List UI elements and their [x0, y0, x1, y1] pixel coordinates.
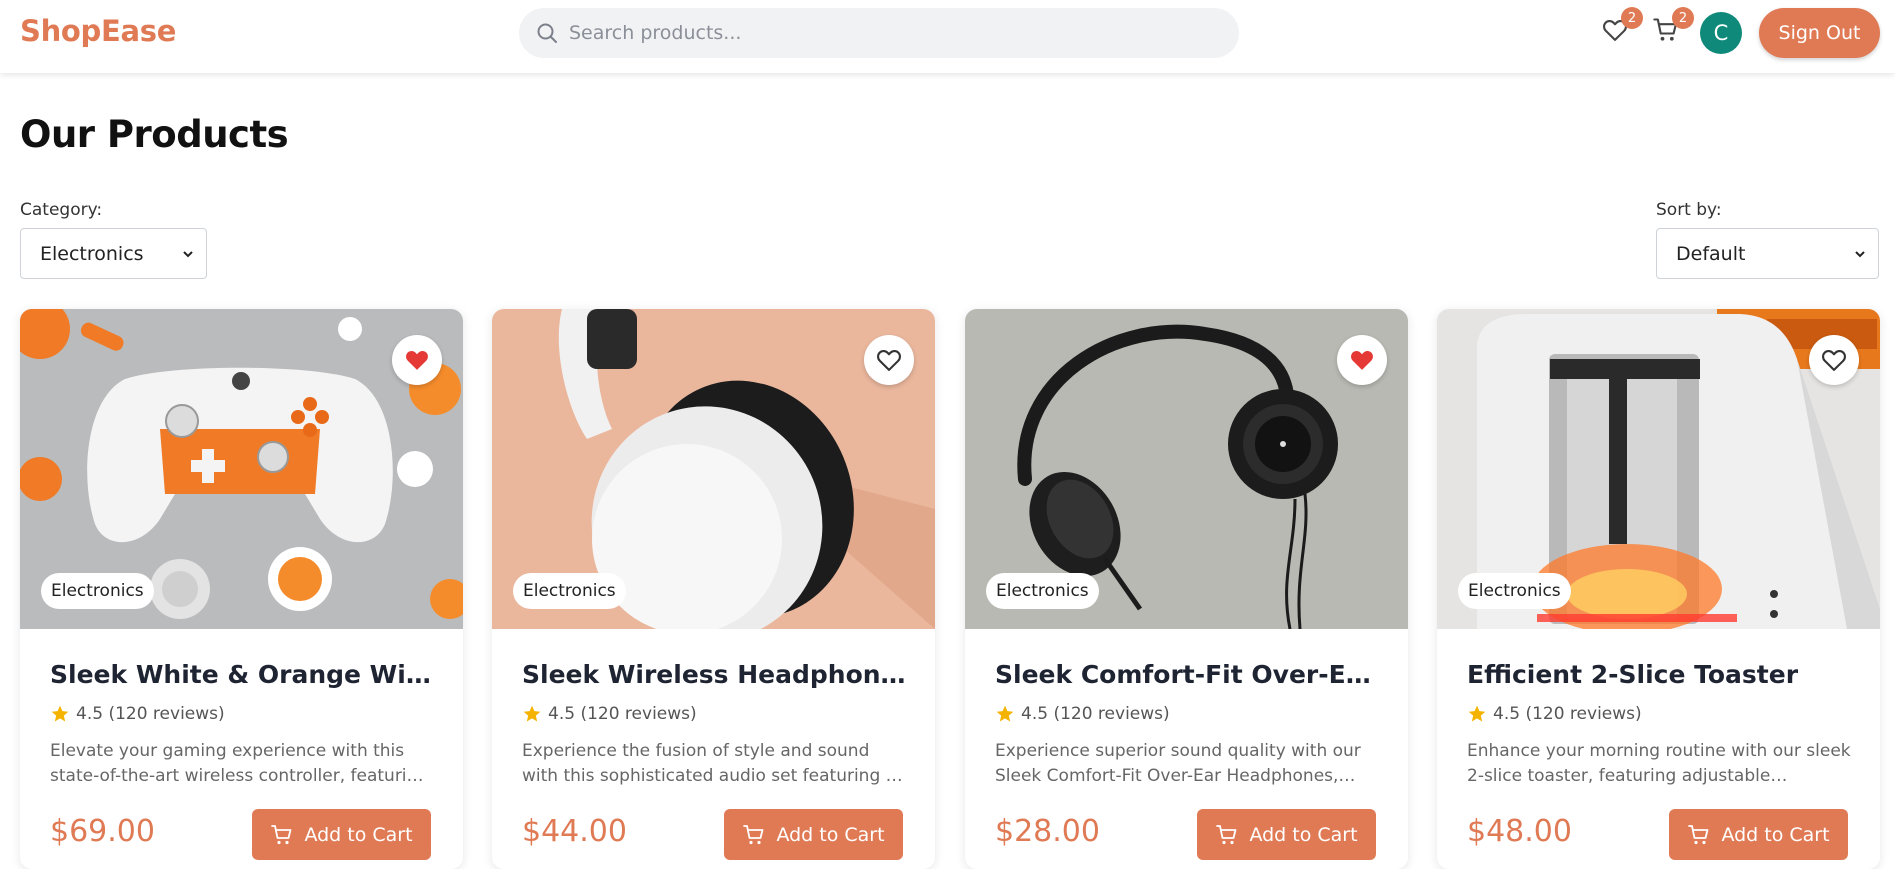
add-to-cart-button[interactable]: Add to Cart: [252, 809, 431, 860]
review-count: (120 reviews): [1053, 704, 1170, 724]
product-description: Experience superior sound quality with o…: [995, 741, 1361, 786]
search-bar[interactable]: [519, 8, 1239, 58]
heart-outline-icon: [1822, 349, 1846, 371]
heart-filled-icon: [406, 351, 428, 370]
product-description: Elevate your gaming experience with this…: [50, 741, 429, 786]
product-title[interactable]: Sleek Comfort-Fit Over-Ear Headphones: [995, 660, 1385, 689]
review-count: (120 reviews): [108, 704, 225, 724]
wishlist-count-badge: 2: [1621, 7, 1643, 29]
product-card[interactable]: Electronics Sleek Wireless Headphone & I…: [492, 309, 935, 869]
review-count: (120 reviews): [1525, 704, 1642, 724]
logo[interactable]: ShopEase: [20, 14, 176, 48]
star-icon: [996, 705, 1014, 722]
cart-count-badge: 2: [1672, 7, 1694, 29]
product-title[interactable]: Sleek Wireless Headphone & Inked Earbud …: [522, 660, 912, 689]
add-to-cart-label: Add to Cart: [1721, 823, 1830, 846]
favorite-button[interactable]: [1809, 335, 1859, 385]
product-image[interactable]: Electronics: [1437, 309, 1880, 629]
add-to-cart-label: Add to Cart: [304, 823, 413, 846]
top-nav-bar: ShopEase 2 2 C Sign Out: [0, 0, 1895, 73]
category-tag: Electronics: [1458, 573, 1571, 609]
sort-label: Sort by:: [1656, 200, 1722, 220]
cart-icon: [743, 824, 764, 844]
product-price: $48.00: [1467, 814, 1572, 849]
favorite-button[interactable]: [392, 335, 442, 385]
product-image[interactable]: Electronics: [492, 309, 935, 629]
cart-icon: [1216, 824, 1237, 844]
page-title: Our Products: [20, 113, 289, 156]
product-price: $44.00: [522, 814, 627, 849]
add-to-cart-button[interactable]: Add to Cart: [724, 809, 903, 860]
star-icon: [51, 705, 69, 722]
product-title[interactable]: Efficient 2-Slice Toaster: [1467, 660, 1857, 689]
wishlist-button[interactable]: 2: [1599, 7, 1643, 46]
category-tag: Electronics: [513, 573, 626, 609]
product-card[interactable]: Electronics Efficient 2-Slice Toaster 4.…: [1437, 309, 1880, 869]
product-card[interactable]: Electronics Sleek White & Orange Wireles…: [20, 309, 463, 869]
product-price: $28.00: [995, 814, 1100, 849]
favorite-button[interactable]: [1337, 335, 1387, 385]
product-card[interactable]: Electronics Sleek Comfort-Fit Over-Ear H…: [965, 309, 1408, 869]
chevron-down-icon: [1855, 250, 1865, 257]
search-icon: [537, 23, 557, 43]
cart-button[interactable]: 2: [1650, 7, 1694, 46]
category-tag: Electronics: [986, 573, 1099, 609]
heart-outline-icon: [877, 349, 901, 371]
category-select[interactable]: Electronics: [20, 228, 207, 279]
product-description: Enhance your morning routine with our sl…: [1467, 741, 1851, 786]
review-count: (120 reviews): [580, 704, 697, 724]
product-rating: 4.5 (120 reviews): [522, 704, 697, 724]
product-rating: 4.5 (120 reviews): [995, 704, 1170, 724]
rating-value: 4.5: [1021, 704, 1049, 724]
product-title[interactable]: Sleek White & Orange Wireless Gaming Con…: [50, 660, 440, 689]
add-to-cart-button[interactable]: Add to Cart: [1197, 809, 1376, 860]
product-description: Experience the fusion of style and sound…: [522, 741, 897, 786]
product-image[interactable]: Electronics: [965, 309, 1408, 629]
cart-icon: [1688, 824, 1709, 844]
star-icon: [523, 705, 541, 722]
add-to-cart-button[interactable]: Add to Cart: [1669, 809, 1848, 860]
sort-select-value: Default: [1676, 242, 1746, 265]
add-to-cart-label: Add to Cart: [1249, 823, 1358, 846]
rating-value: 4.5: [1493, 704, 1521, 724]
star-icon: [1468, 705, 1486, 722]
user-avatar[interactable]: C: [1700, 12, 1742, 54]
product-image[interactable]: Electronics: [20, 309, 463, 629]
heart-filled-icon: [1351, 351, 1373, 370]
sign-out-button[interactable]: Sign Out: [1759, 8, 1880, 58]
category-label: Category:: [20, 200, 103, 220]
product-rating: 4.5 (120 reviews): [50, 704, 225, 724]
chevron-down-icon: [183, 250, 193, 257]
product-price: $69.00: [50, 814, 155, 849]
rating-value: 4.5: [548, 704, 576, 724]
search-input[interactable]: [569, 22, 1209, 44]
favorite-button[interactable]: [864, 335, 914, 385]
category-select-value: Electronics: [40, 242, 144, 265]
rating-value: 4.5: [76, 704, 104, 724]
product-rating: 4.5 (120 reviews): [1467, 704, 1642, 724]
cart-icon: [271, 824, 292, 844]
add-to-cart-label: Add to Cart: [776, 823, 885, 846]
category-tag: Electronics: [41, 573, 154, 609]
sort-select[interactable]: Default: [1656, 228, 1879, 279]
